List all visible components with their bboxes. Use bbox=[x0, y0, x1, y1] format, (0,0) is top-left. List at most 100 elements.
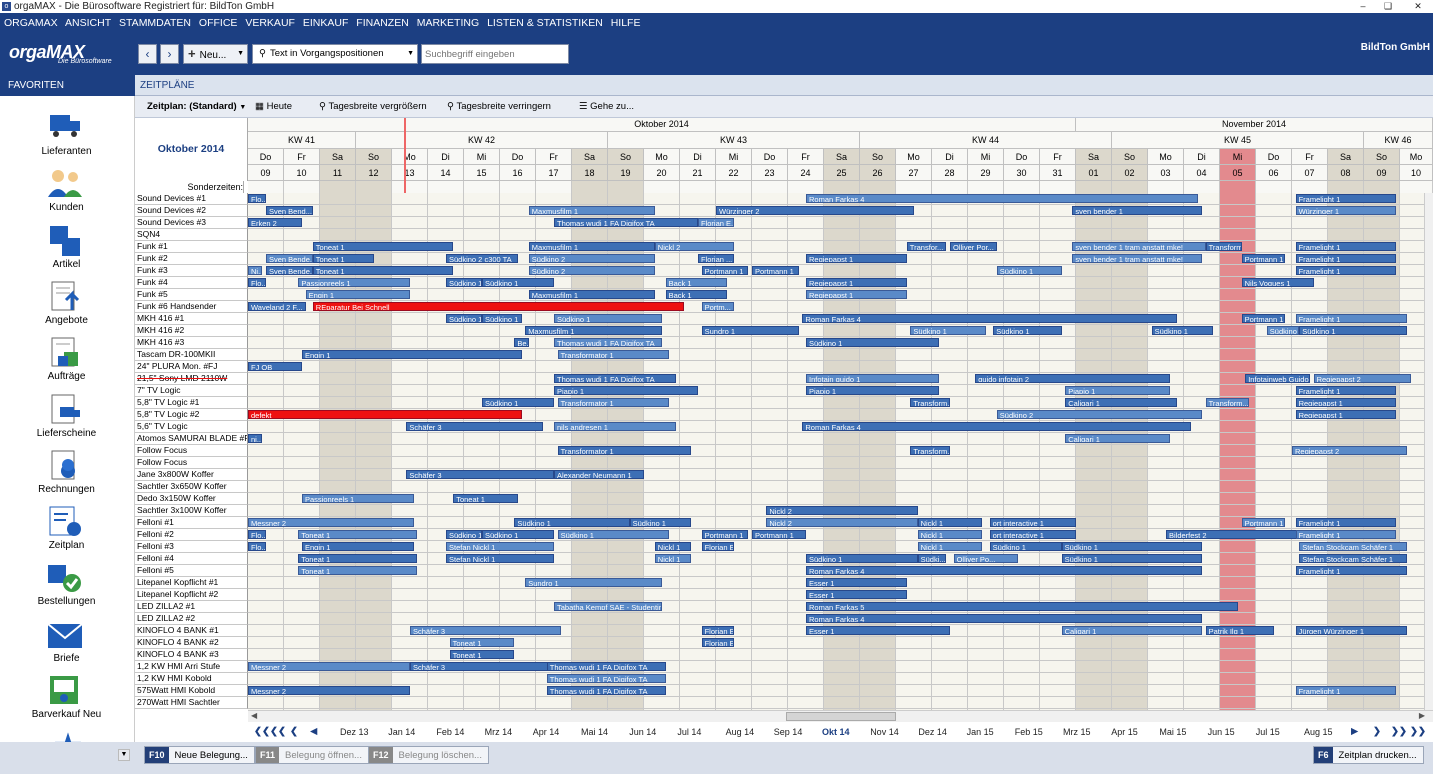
resource-name[interactable]: Sound Devices #3 bbox=[135, 217, 248, 229]
resource-name[interactable]: Sound Devices #2 bbox=[135, 205, 248, 217]
booking-bar[interactable]: Ni... bbox=[248, 266, 263, 275]
zoom-in-button[interactable]: ⚲ Tagesbreite vergrößern bbox=[319, 96, 427, 118]
resource-name[interactable]: Funk #6 Handsender bbox=[135, 301, 248, 313]
booking-bar[interactable]: ort interactive 1 bbox=[989, 518, 1076, 527]
resource-name[interactable]: Litepanel Kopflicht #1 bbox=[135, 577, 248, 589]
booking-bar[interactable]: Engin 1 bbox=[302, 350, 522, 359]
booking-bar[interactable]: Südkino 1 bbox=[557, 530, 670, 539]
booking-bar[interactable]: Südkino 1 bbox=[1299, 326, 1408, 335]
booking-bar[interactable]: Portmann 1 bbox=[1241, 518, 1285, 527]
jump-last-icon[interactable]: ❯❯ bbox=[1410, 722, 1426, 742]
menu-verkauf[interactable]: VERKAUF bbox=[245, 17, 295, 29]
booking-bar[interactable]: Framelight 1 bbox=[1295, 518, 1397, 527]
booking-bar[interactable]: Toneat 1 bbox=[298, 554, 418, 563]
booking-bar[interactable]: Regiepapst 2 bbox=[1292, 446, 1408, 455]
booking-bar[interactable]: Sven Bend... bbox=[266, 206, 313, 215]
resource-name[interactable]: Tascam DR-100MKII bbox=[135, 349, 248, 361]
resource-name[interactable]: 7" TV Logic bbox=[135, 385, 248, 397]
booking-bar[interactable]: Südkino 1 bbox=[629, 518, 691, 527]
booking-bar[interactable]: Regiepapst 1 bbox=[1295, 410, 1397, 419]
booking-bar[interactable]: Nickl 2 bbox=[766, 518, 918, 527]
booking-bar[interactable]: Würzinger 2 bbox=[716, 206, 914, 215]
booking-bar[interactable]: FJ OB bbox=[248, 362, 302, 371]
booking-bar[interactable]: Olliver Por... bbox=[950, 242, 997, 251]
timeline-month[interactable]: Mrz 15 bbox=[1063, 722, 1091, 742]
booking-bar[interactable]: Südkino 2 bbox=[996, 410, 1202, 419]
booking-bar[interactable]: Transformator 1 bbox=[557, 446, 691, 455]
resource-name[interactable]: Felloni #2 bbox=[135, 529, 248, 541]
goto-button[interactable]: ☰ Gehe zu... bbox=[579, 96, 634, 118]
menu-einkauf[interactable]: EINKAUF bbox=[303, 17, 349, 29]
booking-bar[interactable]: Nickl 1 bbox=[654, 542, 691, 551]
resource-name[interactable]: SQN4 bbox=[135, 229, 248, 241]
timeline-month[interactable]: Mai 15 bbox=[1159, 722, 1186, 742]
booking-bar[interactable]: Südkino 1 bbox=[996, 266, 1062, 275]
booking-bar[interactable]: Maxmusfilm 1 bbox=[528, 206, 655, 215]
booking-bar[interactable]: Südkino 2 bbox=[528, 266, 655, 275]
timeline-month[interactable]: Mai 14 bbox=[581, 722, 608, 742]
scroll-right-icon[interactable]: ▶ bbox=[1419, 711, 1425, 720]
booking-bar[interactable]: Flo... bbox=[248, 530, 266, 539]
timeline-month[interactable]: Dez 13 bbox=[340, 722, 369, 742]
jump-back-fast-icon[interactable]: ❮❮ bbox=[270, 722, 286, 742]
booking-bar[interactable]: Regiepapst 1 bbox=[806, 290, 907, 299]
resource-name[interactable]: Funk #3 bbox=[135, 265, 248, 277]
booking-bar[interactable]: Südkino 1 bbox=[482, 314, 522, 323]
booking-bar[interactable]: Piapio 1 bbox=[554, 386, 698, 395]
sidebar-item-rechnungen[interactable]: Rechnungen bbox=[0, 434, 133, 495]
booking-bar[interactable]: Schäfer 3 bbox=[410, 626, 562, 635]
booking-bar[interactable]: Alexander Neumann 1 bbox=[554, 470, 644, 479]
new-booking-button[interactable]: F10 Neue Belegung... bbox=[144, 746, 255, 764]
booking-bar[interactable]: Südkino 1 bbox=[806, 338, 940, 347]
booking-bar[interactable]: Schäfer 3 bbox=[406, 422, 544, 431]
booking-bar[interactable]: Flo... bbox=[248, 278, 266, 287]
booking-bar[interactable]: Flo... bbox=[248, 542, 266, 551]
booking-bar[interactable]: Sven Bende... bbox=[266, 266, 313, 275]
resource-name[interactable]: Funk #1 bbox=[135, 241, 248, 253]
booking-bar[interactable]: Piapio 1 bbox=[806, 386, 940, 395]
booking-bar[interactable]: Framelight 1 bbox=[1295, 686, 1397, 695]
sidebar-item-aufträge[interactable]: Aufträge bbox=[0, 321, 133, 382]
booking-bar[interactable]: Stefan Stockcam Schäfer 1 bbox=[1299, 554, 1408, 563]
timeline-month[interactable]: Jul 14 bbox=[677, 722, 701, 742]
booking-bar[interactable]: Esser 1 bbox=[806, 578, 907, 587]
forward-button[interactable]: › bbox=[160, 44, 179, 64]
booking-bar[interactable]: Framelight 1 bbox=[1295, 386, 1397, 395]
resource-name[interactable]: Funk #4 bbox=[135, 277, 248, 289]
resource-name[interactable]: 1,2 KW HMI Arri Stufe bbox=[135, 661, 248, 673]
vertical-scrollbar[interactable] bbox=[1424, 193, 1433, 710]
menu-marketing[interactable]: MARKETING bbox=[417, 17, 479, 29]
resource-name[interactable]: 5,6" TV Logic bbox=[135, 421, 248, 433]
booking-bar[interactable]: Esser 1 bbox=[806, 590, 907, 599]
jump-first-icon[interactable]: ❮❮ bbox=[254, 722, 270, 742]
booking-bar[interactable]: Nickl 2 bbox=[654, 242, 734, 251]
booking-bar[interactable]: Maxmusfilm 1 bbox=[528, 290, 655, 299]
resource-name[interactable]: Dedo 3x150W Koffer bbox=[135, 493, 248, 505]
timeline-month[interactable]: Jan 15 bbox=[967, 722, 994, 742]
resource-name[interactable]: Funk #2 bbox=[135, 253, 248, 265]
booking-bar[interactable]: Transfor... bbox=[906, 242, 947, 251]
menu-listen-statistiken[interactable]: LISTEN & STATISTIKEN bbox=[487, 17, 603, 29]
resource-name[interactable]: MKH 416 #2 bbox=[135, 325, 248, 337]
booking-bar[interactable]: Framelight 1 bbox=[1295, 194, 1397, 203]
timeline-month[interactable]: Mrz 14 bbox=[485, 722, 513, 742]
booking-bar[interactable]: Jürgen Würzinger 1 bbox=[1295, 626, 1408, 635]
timeline-month[interactable]: Jun 14 bbox=[629, 722, 656, 742]
resource-name[interactable]: LED ZILLA2 #2 bbox=[135, 613, 248, 625]
resource-name[interactable]: Follow Focus bbox=[135, 457, 248, 469]
booking-bar[interactable]: Esser 1 bbox=[806, 626, 950, 635]
menu-finanzen[interactable]: FINANZEN bbox=[356, 17, 409, 29]
booking-bar[interactable]: Nickl 1 bbox=[917, 542, 983, 551]
booking-bar[interactable]: Patrik Ilg 1 bbox=[1205, 626, 1274, 635]
booking-bar[interactable]: Piapio 1 bbox=[1065, 386, 1170, 395]
sidebar-item-briefe[interactable]: Briefe bbox=[0, 603, 133, 664]
print-schedule-button[interactable]: F6 Zeitplan drucken... bbox=[1313, 746, 1424, 764]
resource-name[interactable]: 575Watt HMI Kobold bbox=[135, 685, 248, 697]
booking-bar[interactable]: Schäfer 3 bbox=[410, 662, 554, 671]
timeline-month[interactable]: Nov 14 bbox=[870, 722, 899, 742]
booking-bar[interactable]: Transform... bbox=[910, 398, 950, 407]
booking-bar[interactable]: Florian E... bbox=[701, 542, 734, 551]
resource-name[interactable]: Jane 3x800W Koffer bbox=[135, 469, 248, 481]
sidebar-item-lieferanten[interactable]: Lieferanten bbox=[0, 96, 133, 157]
resource-name[interactable]: Follow Focus bbox=[135, 445, 248, 457]
